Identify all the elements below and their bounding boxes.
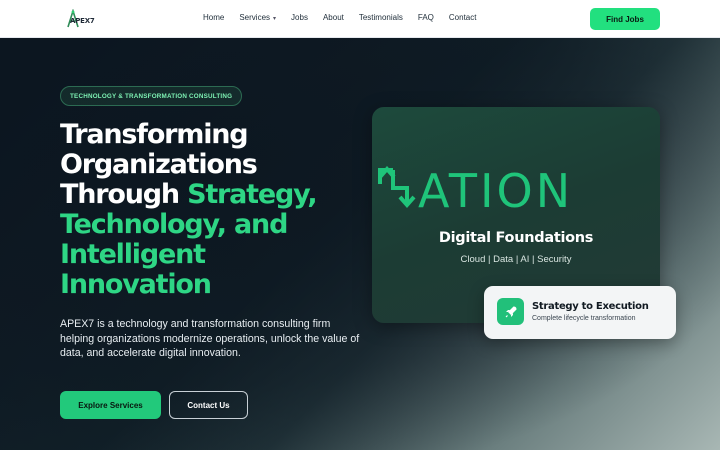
hero-headline: Transforming Organizations Through Strat… <box>60 120 360 300</box>
find-jobs-button[interactable]: Find Jobs <box>590 8 660 30</box>
transform-arrows-icon <box>378 166 416 209</box>
mini-card-title: Strategy to Execution <box>532 301 649 312</box>
card-subtitle: Cloud | Data | AI | Security <box>460 254 572 265</box>
hero-badge: TECHNOLOGY & TRANSFORMATION CONSULTING <box>60 86 243 106</box>
headline-line-6: Innovation <box>60 269 212 300</box>
nav-services[interactable]: Services ▾ <box>239 13 276 22</box>
headline-through: Through <box>60 179 180 210</box>
nav-about[interactable]: About <box>323 13 344 22</box>
chevron-down-icon: ▾ <box>273 16 277 22</box>
nav-contact[interactable]: Contact <box>449 13 477 22</box>
headline-line-5: Intelligent <box>60 239 206 270</box>
mini-card-subtitle: Complete lifecycle transformation <box>532 315 636 322</box>
contact-us-button[interactable]: Contact Us <box>169 391 248 419</box>
explore-services-button[interactable]: Explore Services <box>60 391 161 419</box>
headline-line-1: Transforming <box>60 119 249 150</box>
nav-jobs[interactable]: Jobs <box>291 13 308 22</box>
top-navbar: APEX7 Home Services ▾ Jobs About Testimon… <box>0 0 720 38</box>
logo-text[interactable]: APEX7 <box>70 17 95 25</box>
card-big-text: ATION <box>418 164 574 218</box>
hero-description: APEX7 is a technology and transformation… <box>60 318 360 359</box>
card-title: Digital Foundations <box>438 230 594 246</box>
nav-home[interactable]: Home <box>203 13 224 22</box>
rocket-icon <box>497 298 524 325</box>
nav-links: Home Services ▾ Jobs About Testimonials F… <box>203 13 491 22</box>
headline-line-4: Technology, and <box>60 209 288 240</box>
nav-services-label: Services <box>239 13 271 22</box>
headline-line-3: Through Strategy, <box>60 180 360 210</box>
nav-faq[interactable]: FAQ <box>418 13 434 22</box>
headline-line-2: Organizations <box>60 149 258 180</box>
nav-testimonials[interactable]: Testimonials <box>359 13 403 22</box>
headline-strategy: Strategy, <box>187 179 318 210</box>
